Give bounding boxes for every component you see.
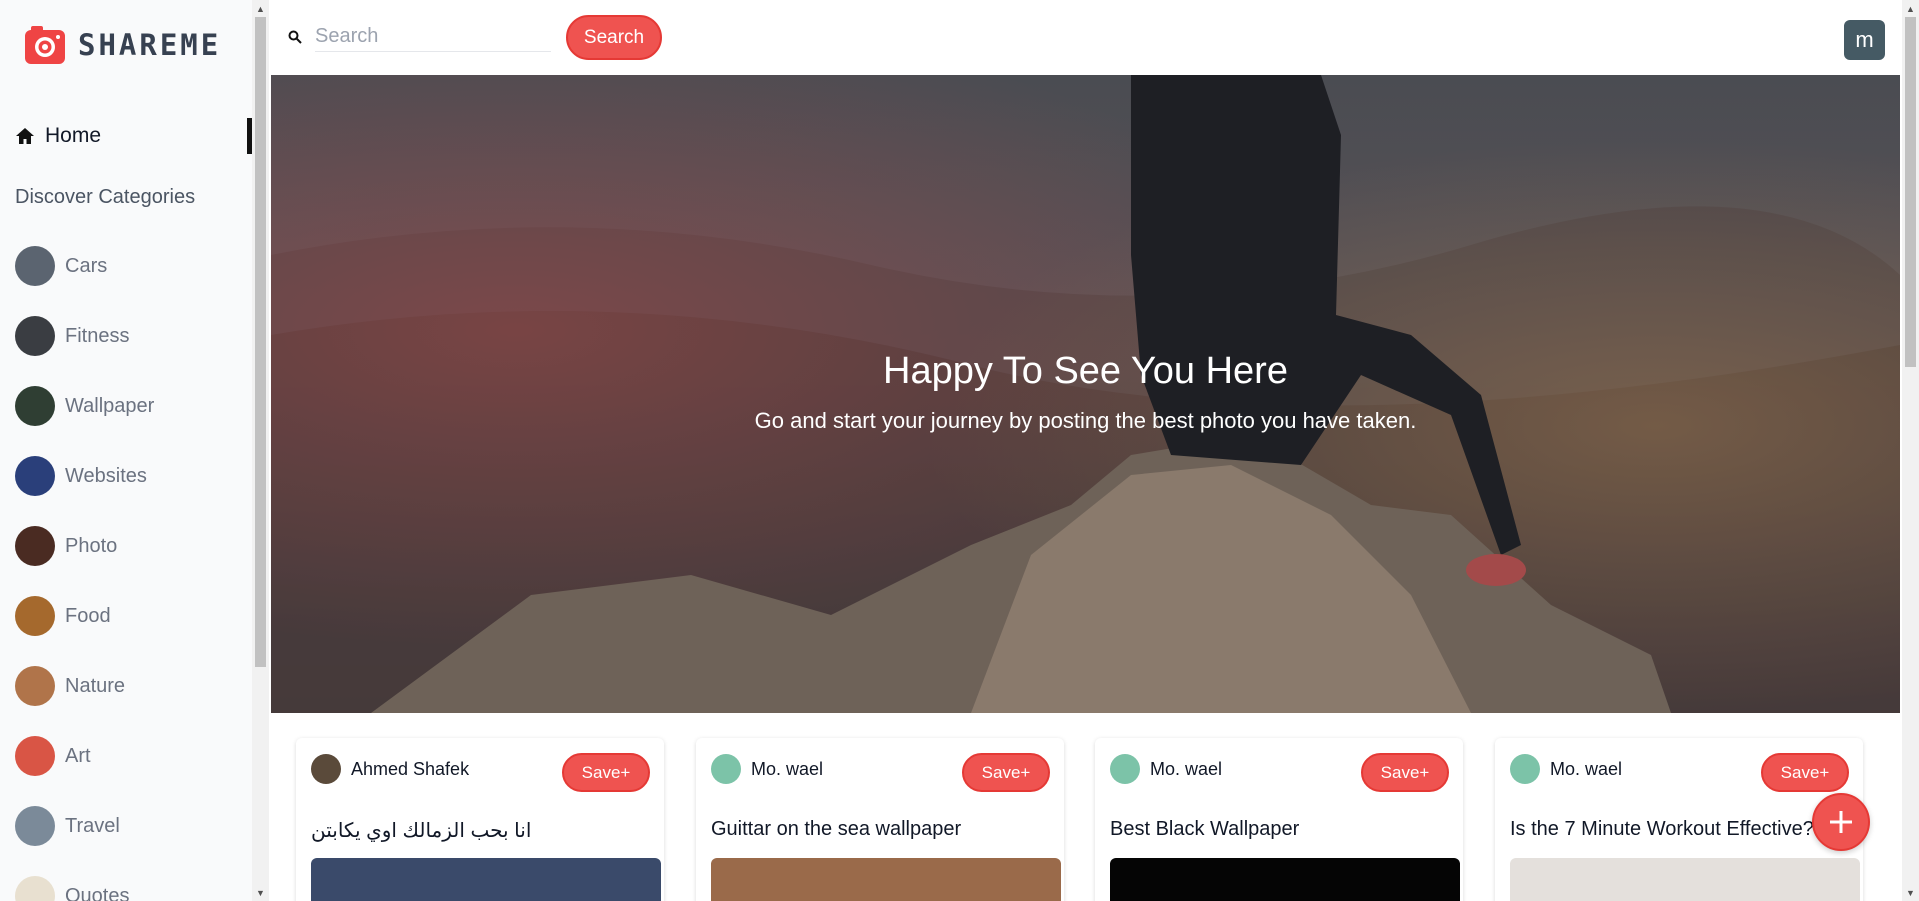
pin-author[interactable]: Mo. wael bbox=[711, 754, 823, 784]
scroll-up-icon[interactable]: ▲ bbox=[1902, 0, 1919, 17]
category-label: Art bbox=[65, 744, 91, 767]
category-avatar bbox=[15, 876, 55, 901]
logo[interactable]: SHAREME bbox=[24, 24, 221, 66]
search-button[interactable]: Search bbox=[566, 15, 662, 60]
category-avatar bbox=[15, 246, 55, 286]
category-list: Cars Fitness Wallpaper Websites Photo Fo… bbox=[15, 240, 245, 901]
author-name: Ahmed Shafek bbox=[351, 758, 470, 779]
sidebar-item-cars[interactable]: Cars bbox=[15, 240, 245, 292]
scrollbar-thumb[interactable] bbox=[255, 17, 266, 667]
home-icon bbox=[16, 128, 34, 144]
search-input[interactable] bbox=[315, 22, 551, 52]
pin-card[interactable]: Mo. wael Save+ Best Black Wallpaper bbox=[1095, 738, 1463, 901]
discover-categories-heading: Discover Categories bbox=[15, 186, 196, 208]
pin-title: انا بحب الزمالك اوي يكابتن bbox=[311, 820, 532, 842]
sidebar-item-wallpaper[interactable]: Wallpaper bbox=[15, 380, 245, 432]
add-pin-button[interactable] bbox=[1812, 793, 1870, 851]
hero-image bbox=[271, 75, 1900, 713]
hero-banner: Happy To See You Here Go and start your … bbox=[271, 75, 1900, 713]
pin-image[interactable] bbox=[311, 858, 661, 901]
hero-title: Happy To See You Here bbox=[883, 350, 1288, 392]
sidebar-item-photo[interactable]: Photo bbox=[15, 520, 245, 572]
scroll-down-icon[interactable]: ▼ bbox=[1902, 884, 1919, 901]
category-avatar bbox=[15, 526, 55, 566]
hero-subtitle: Go and start your journey by posting the… bbox=[754, 408, 1417, 433]
author-name: Mo. wael bbox=[1550, 758, 1623, 779]
pin-author[interactable]: Mo. wael bbox=[1510, 754, 1622, 784]
sidebar-item-quotes[interactable]: Quotes bbox=[15, 870, 245, 901]
plus-icon bbox=[1830, 811, 1852, 833]
sidebar-item-websites[interactable]: Websites bbox=[15, 450, 245, 502]
scroll-down-icon[interactable]: ▼ bbox=[252, 884, 269, 901]
pin-image[interactable] bbox=[1110, 858, 1460, 901]
sidebar-item-label: Home bbox=[45, 124, 102, 147]
sidebar-item-art[interactable]: Art bbox=[15, 730, 245, 782]
category-label: Cars bbox=[65, 254, 108, 277]
category-label: Quotes bbox=[65, 884, 130, 901]
pin-card[interactable]: Mo. wael Save+ Guittar on the sea wallpa… bbox=[696, 738, 1064, 901]
pin-image[interactable] bbox=[711, 858, 1061, 901]
category-avatar bbox=[15, 596, 55, 636]
category-label: Photo bbox=[65, 534, 118, 557]
save-button[interactable]: Save+ bbox=[962, 753, 1050, 792]
sidebar-item-home[interactable]: Home bbox=[0, 118, 252, 154]
category-avatar bbox=[15, 316, 55, 356]
category-label: Fitness bbox=[65, 324, 130, 347]
scroll-up-icon[interactable]: ▲ bbox=[252, 0, 269, 17]
category-label: Travel bbox=[65, 814, 120, 837]
category-label: Food bbox=[65, 604, 111, 627]
author-name: Mo. wael bbox=[1150, 758, 1223, 779]
author-avatar bbox=[1110, 754, 1140, 784]
page-scrollbar[interactable]: ▲ ▼ bbox=[1902, 0, 1919, 901]
scrollbar-thumb[interactable] bbox=[1905, 17, 1916, 367]
category-label: Nature bbox=[65, 674, 126, 697]
author-avatar bbox=[711, 754, 741, 784]
category-avatar bbox=[15, 386, 55, 426]
pin-image[interactable] bbox=[1510, 858, 1860, 901]
sidebar-item-nature[interactable]: Nature bbox=[15, 660, 245, 712]
pin-title: Best Black Wallpaper bbox=[1110, 818, 1300, 840]
save-button[interactable]: Save+ bbox=[562, 753, 650, 792]
category-label: Websites bbox=[65, 464, 147, 487]
author-avatar bbox=[311, 754, 341, 784]
sidebar: SHAREME Home Discover Categories Cars Fi… bbox=[0, 0, 252, 901]
logo-text: SHAREME bbox=[78, 28, 222, 62]
sidebar-scrollbar[interactable]: ▲ ▼ bbox=[252, 0, 269, 901]
pin-title: Guittar on the sea wallpaper bbox=[711, 818, 962, 840]
category-avatar bbox=[15, 806, 55, 846]
category-avatar bbox=[15, 736, 55, 776]
user-avatar[interactable]: m bbox=[1844, 20, 1885, 60]
camera-icon bbox=[25, 26, 65, 64]
pin-author[interactable]: Ahmed Shafek bbox=[311, 754, 469, 784]
sidebar-item-food[interactable]: Food bbox=[15, 590, 245, 642]
pin-card[interactable]: Ahmed Shafek Save+ انا بحب الزمالك اوي ي… bbox=[296, 738, 664, 901]
sidebar-item-travel[interactable]: Travel bbox=[15, 800, 245, 852]
author-avatar bbox=[1510, 754, 1540, 784]
category-avatar bbox=[15, 456, 55, 496]
pin-title: Is the 7 Minute Workout Effective? bbox=[1510, 818, 1814, 840]
save-button[interactable]: Save+ bbox=[1361, 753, 1449, 792]
pin-card[interactable]: Mo. wael Save+ Is the 7 Minute Workout E… bbox=[1495, 738, 1863, 901]
search-icon bbox=[288, 30, 302, 44]
sidebar-item-fitness[interactable]: Fitness bbox=[15, 310, 245, 362]
category-label: Wallpaper bbox=[65, 394, 155, 417]
pin-author[interactable]: Mo. wael bbox=[1110, 754, 1222, 784]
category-avatar bbox=[15, 666, 55, 706]
save-button[interactable]: Save+ bbox=[1761, 753, 1849, 792]
author-name: Mo. wael bbox=[751, 758, 824, 779]
